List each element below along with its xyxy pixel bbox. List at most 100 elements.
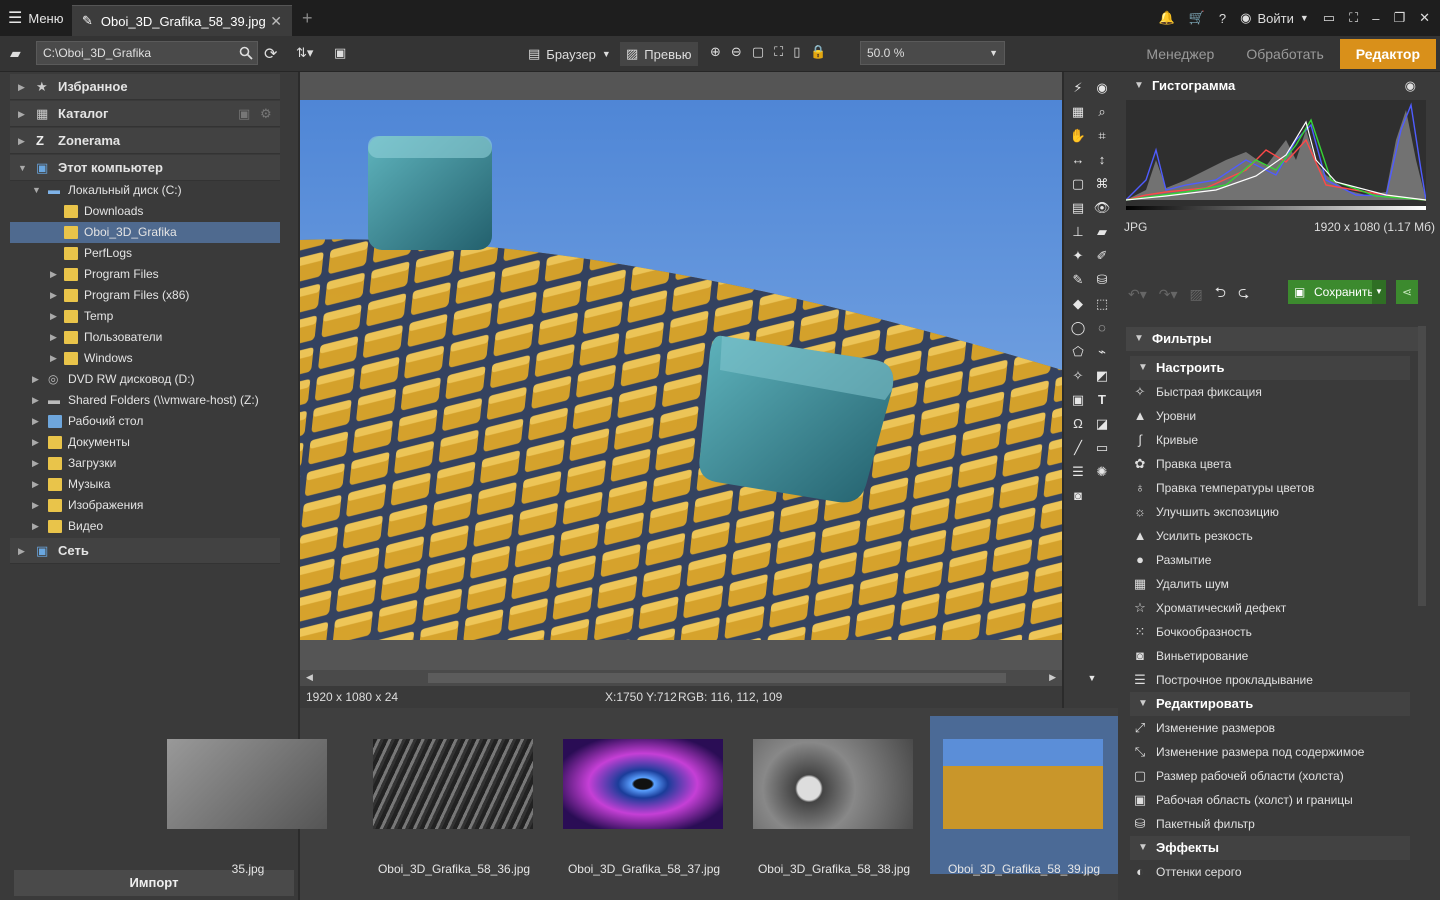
new-folder-icon[interactable]: ▣ bbox=[334, 45, 346, 61]
menu-button[interactable]: ☰ Меню bbox=[8, 8, 63, 28]
history-icon[interactable]: ▨ bbox=[1190, 286, 1203, 303]
filter-denoise[interactable]: ▦ Удалить шум bbox=[1130, 572, 1420, 596]
main-image[interactable] bbox=[300, 100, 1062, 640]
scroll-thumb[interactable] bbox=[428, 673, 1006, 683]
magnetic-icon[interactable]: ⌁ bbox=[1092, 342, 1112, 362]
edit-canvas-borders[interactable]: ▣ Рабочая область (холст) и границы bbox=[1130, 788, 1420, 812]
zoom-select[interactable]: 50.0 % ▼ bbox=[860, 41, 1005, 65]
symbol-icon[interactable]: Ω bbox=[1068, 414, 1088, 434]
tree-item-program-files[interactable]: ▶ Program Files bbox=[10, 264, 280, 285]
undo-icon[interactable]: ↶▾ bbox=[1128, 286, 1147, 303]
tree-item-dvd[interactable]: ▶ ◎ DVD RW дисковод (D:) bbox=[10, 369, 280, 390]
section-catalog[interactable]: ▶ ▦ Каталог ▣ ⚙ bbox=[10, 101, 280, 127]
edit-resize[interactable]: ⤢ Изменение размеров bbox=[1130, 716, 1420, 740]
crop-icon[interactable]: ⌗ bbox=[1092, 126, 1112, 146]
filter-vignette[interactable]: ◙ Виньетирование bbox=[1130, 644, 1420, 668]
eraser-icon[interactable]: ▰ bbox=[1092, 222, 1112, 242]
camera-icon[interactable]: ◙ bbox=[1068, 486, 1088, 506]
filter-chromatic[interactable]: ☆ Хроматический дефект bbox=[1130, 596, 1420, 620]
tree-item-videos[interactable]: ▶ Видео bbox=[10, 516, 280, 537]
settings-icon[interactable]: ✺ bbox=[1092, 462, 1112, 482]
poly-lasso-icon[interactable]: ⬠ bbox=[1068, 342, 1088, 362]
chevron-down-icon[interactable]: ▼ bbox=[1372, 280, 1386, 304]
tree-item-music[interactable]: ▶ Музыка bbox=[10, 474, 280, 495]
refresh-icon[interactable]: ⟳ bbox=[264, 44, 277, 64]
tab-manager[interactable]: Менеджер bbox=[1130, 39, 1230, 69]
cart-icon[interactable]: 🛒 bbox=[1189, 10, 1205, 26]
edit-batch[interactable]: ⛁ Пакетный фильтр bbox=[1130, 812, 1420, 836]
bucket-icon[interactable]: ⛁ bbox=[1092, 270, 1112, 290]
add-folder-icon[interactable]: ▣ bbox=[238, 101, 250, 127]
edit-header[interactable]: ▼ Редактировать bbox=[1130, 692, 1410, 716]
layers-icon[interactable]: ☰ bbox=[1068, 462, 1088, 482]
tree-item-downloads[interactable]: Downloads bbox=[10, 201, 280, 222]
shape-icon[interactable]: ◪ bbox=[1092, 414, 1112, 434]
red-eye-icon[interactable]: 👁 bbox=[1092, 198, 1112, 218]
transform-icon[interactable]: ▢ bbox=[1068, 174, 1088, 194]
apply-icon[interactable]: ⮌ bbox=[1215, 282, 1226, 306]
quick-fix-icon[interactable]: ⚡ bbox=[1068, 78, 1088, 98]
horizontal-scrollbar[interactable]: ◀ ▶ bbox=[300, 670, 1062, 686]
effects-icon[interactable]: ◉ bbox=[1092, 78, 1112, 98]
thumbnail[interactable]: Oboi_3D_Grafika_58_36.jpg bbox=[360, 716, 548, 876]
window-close-icon[interactable]: ✕ bbox=[1419, 10, 1430, 26]
scroll-right-icon[interactable]: ▶ bbox=[1049, 672, 1056, 683]
zoom-in-icon[interactable]: ⊕ bbox=[710, 44, 721, 60]
monitor-icon[interactable]: ▭ bbox=[1323, 10, 1335, 26]
thumbnail-selected[interactable]: Oboi_3D_Grafika_58_39.jpg bbox=[930, 716, 1118, 876]
tree-item-pictures[interactable]: ▶ Изображения bbox=[10, 495, 280, 516]
sort-icon[interactable]: ⇅▾ bbox=[296, 45, 313, 61]
straighten-icon[interactable]: ↔ bbox=[1068, 150, 1088, 170]
grid-icon[interactable]: ▦ bbox=[1068, 102, 1088, 122]
bell-icon[interactable]: 🔔 bbox=[1159, 10, 1175, 26]
adjust-header[interactable]: ▼ Настроить bbox=[1130, 356, 1410, 380]
filter-curves[interactable]: ∫ Кривые bbox=[1130, 428, 1420, 452]
line-icon[interactable]: ╱ bbox=[1068, 438, 1088, 458]
tree-item-downloads-ru[interactable]: ▶ Загрузки bbox=[10, 453, 280, 474]
hand-icon[interactable]: ✋ bbox=[1068, 126, 1088, 146]
tree-item-windows[interactable]: ▶ Windows bbox=[10, 348, 280, 369]
tree-item-temp[interactable]: ▶ Temp bbox=[10, 306, 280, 327]
fill-icon[interactable]: ▯ bbox=[793, 44, 800, 60]
section-favorites[interactable]: ▶ ★ Избранное bbox=[10, 74, 280, 100]
histogram-settings-icon[interactable]: ◉ bbox=[1405, 74, 1416, 98]
fullscreen-icon[interactable]: ⛶ bbox=[1349, 10, 1358, 26]
mask-icon[interactable]: ◩ bbox=[1092, 366, 1112, 386]
magnifier-icon[interactable]: ⌕ bbox=[1092, 102, 1112, 122]
add-tab-icon[interactable]: + bbox=[302, 8, 313, 29]
fit-icon[interactable]: ⛶ bbox=[774, 44, 783, 60]
brush-icon[interactable]: ✎ bbox=[1068, 270, 1088, 290]
filter-sharpen[interactable]: ▲ Усилить резкость bbox=[1130, 524, 1420, 548]
effect-grayscale[interactable]: ◐ Оттенки серого bbox=[1130, 860, 1420, 884]
magic-wand-icon[interactable]: ✧ bbox=[1068, 366, 1088, 386]
edit-canvas-size[interactable]: ▢ Размер рабочей области (холста) bbox=[1130, 764, 1420, 788]
section-network[interactable]: ▶ ▣ Сеть bbox=[10, 538, 280, 564]
filters-header[interactable]: ▼ Фильтры bbox=[1126, 327, 1422, 351]
tree-item-perflogs[interactable]: PerfLogs bbox=[10, 243, 280, 264]
tree-item-shared[interactable]: ▶ ▬ Shared Folders (\\vmware-host) (Z:) bbox=[10, 390, 280, 411]
minimize-icon[interactable]: – bbox=[1372, 11, 1379, 26]
redo-icon[interactable]: ↷▾ bbox=[1159, 286, 1178, 303]
tree-item-program-files-x86[interactable]: ▶ Program Files (x86) bbox=[10, 285, 280, 306]
help-icon[interactable]: ? bbox=[1219, 11, 1226, 26]
login-button[interactable]: ◉ Войти ▼ bbox=[1240, 10, 1309, 26]
rubber-icon[interactable]: ◆ bbox=[1068, 294, 1088, 314]
lasso-icon[interactable]: ◌ bbox=[1092, 318, 1112, 338]
filter-levels[interactable]: ▲ Уровни bbox=[1130, 404, 1420, 428]
filter-interlace[interactable]: ☰ Построчное прокладывание bbox=[1130, 668, 1420, 692]
section-zonerama[interactable]: ▶ Z Zonerama bbox=[10, 128, 280, 154]
effects-header[interactable]: ▼ Эффекты bbox=[1130, 836, 1410, 860]
scroll-left-icon[interactable]: ◀ bbox=[306, 672, 313, 683]
histogram-header[interactable]: ▼ Гистограмма ◉ bbox=[1126, 74, 1422, 98]
thumbnail[interactable]: 35.jpg bbox=[154, 716, 342, 876]
maximize-icon[interactable]: ❐ bbox=[1393, 10, 1405, 26]
gradient-icon[interactable]: ▤ bbox=[1068, 198, 1088, 218]
lock-icon[interactable]: 🔒 bbox=[810, 44, 826, 60]
wand-icon[interactable]: ✦ bbox=[1068, 246, 1088, 266]
tree-item-users[interactable]: ▶ Пользователи bbox=[10, 327, 280, 348]
filter-quick-fix[interactable]: ✧ Быстрая фиксация bbox=[1130, 380, 1420, 404]
filter-color[interactable]: ✿ Правка цвета bbox=[1130, 452, 1420, 476]
zoom-out-icon[interactable]: ⊖ bbox=[731, 44, 742, 60]
thumbnail[interactable]: Oboi_3D_Grafika_58_38.jpg bbox=[740, 716, 928, 876]
section-this-pc[interactable]: ▼ ▣ Этот компьютер bbox=[10, 155, 280, 181]
